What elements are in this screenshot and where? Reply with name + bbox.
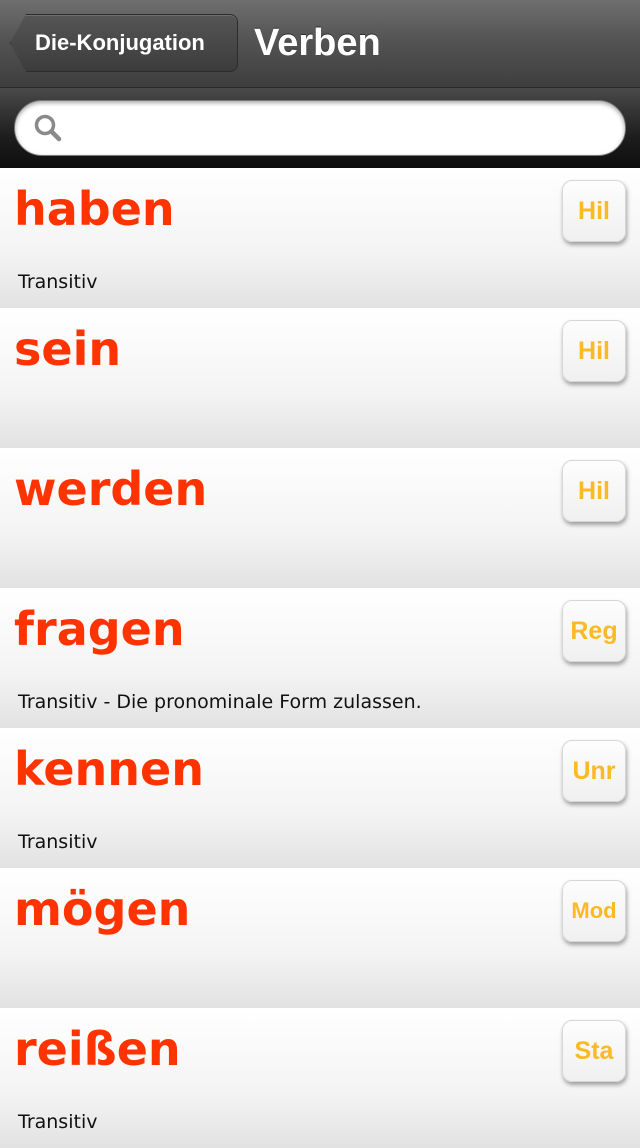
verb-description: Transitiv	[18, 1111, 98, 1133]
verb-row-sein[interactable]: sein Hil	[0, 308, 640, 448]
verb-type-badge[interactable]: Mod	[562, 880, 626, 942]
verb-row-kennen[interactable]: kennen Transitiv Unr	[0, 728, 640, 868]
verb-description: Transitiv - Die pronominale Form zulasse…	[18, 691, 422, 713]
search-input[interactable]	[75, 107, 599, 151]
verb-row-werden[interactable]: werden Hil	[0, 448, 640, 588]
verb-type-badge[interactable]: Hil	[562, 180, 626, 242]
verb-type-badge[interactable]: Sta	[562, 1020, 626, 1082]
verb-title: sein	[14, 322, 122, 376]
search-field[interactable]	[14, 100, 626, 156]
verb-title: werden	[14, 462, 208, 516]
verb-title: fragen	[14, 602, 185, 656]
verb-type-badge[interactable]: Reg	[562, 600, 626, 662]
verb-row-reissen[interactable]: reißen Transitiv Sta	[0, 1008, 640, 1148]
verb-title: reißen	[14, 1022, 181, 1076]
search-icon	[34, 114, 62, 142]
verb-description: Transitiv	[18, 831, 98, 853]
page-title: Verben	[254, 22, 381, 64]
verb-type-badge[interactable]: Hil	[562, 460, 626, 522]
verb-row-moegen[interactable]: mögen Mod	[0, 868, 640, 1008]
verb-type-badge[interactable]: Unr	[562, 740, 626, 802]
search-bar	[0, 88, 640, 168]
verb-title: kennen	[14, 742, 204, 796]
back-button-label: Die-Konjugation	[35, 30, 205, 55]
verb-row-fragen[interactable]: fragen Transitiv - Die pronominale Form …	[0, 588, 640, 728]
verb-type-badge[interactable]: Hil	[562, 320, 626, 382]
back-button[interactable]: Die-Konjugation	[10, 14, 238, 72]
navigation-bar: Die-Konjugation Verben	[0, 0, 640, 88]
verb-title: mögen	[14, 882, 191, 936]
verb-row-haben[interactable]: haben Transitiv Hil	[0, 168, 640, 308]
verb-title: haben	[14, 182, 175, 236]
verb-description: Transitiv	[18, 271, 98, 293]
verb-list: haben Transitiv Hil sein Hil werden Hil …	[0, 168, 640, 1148]
